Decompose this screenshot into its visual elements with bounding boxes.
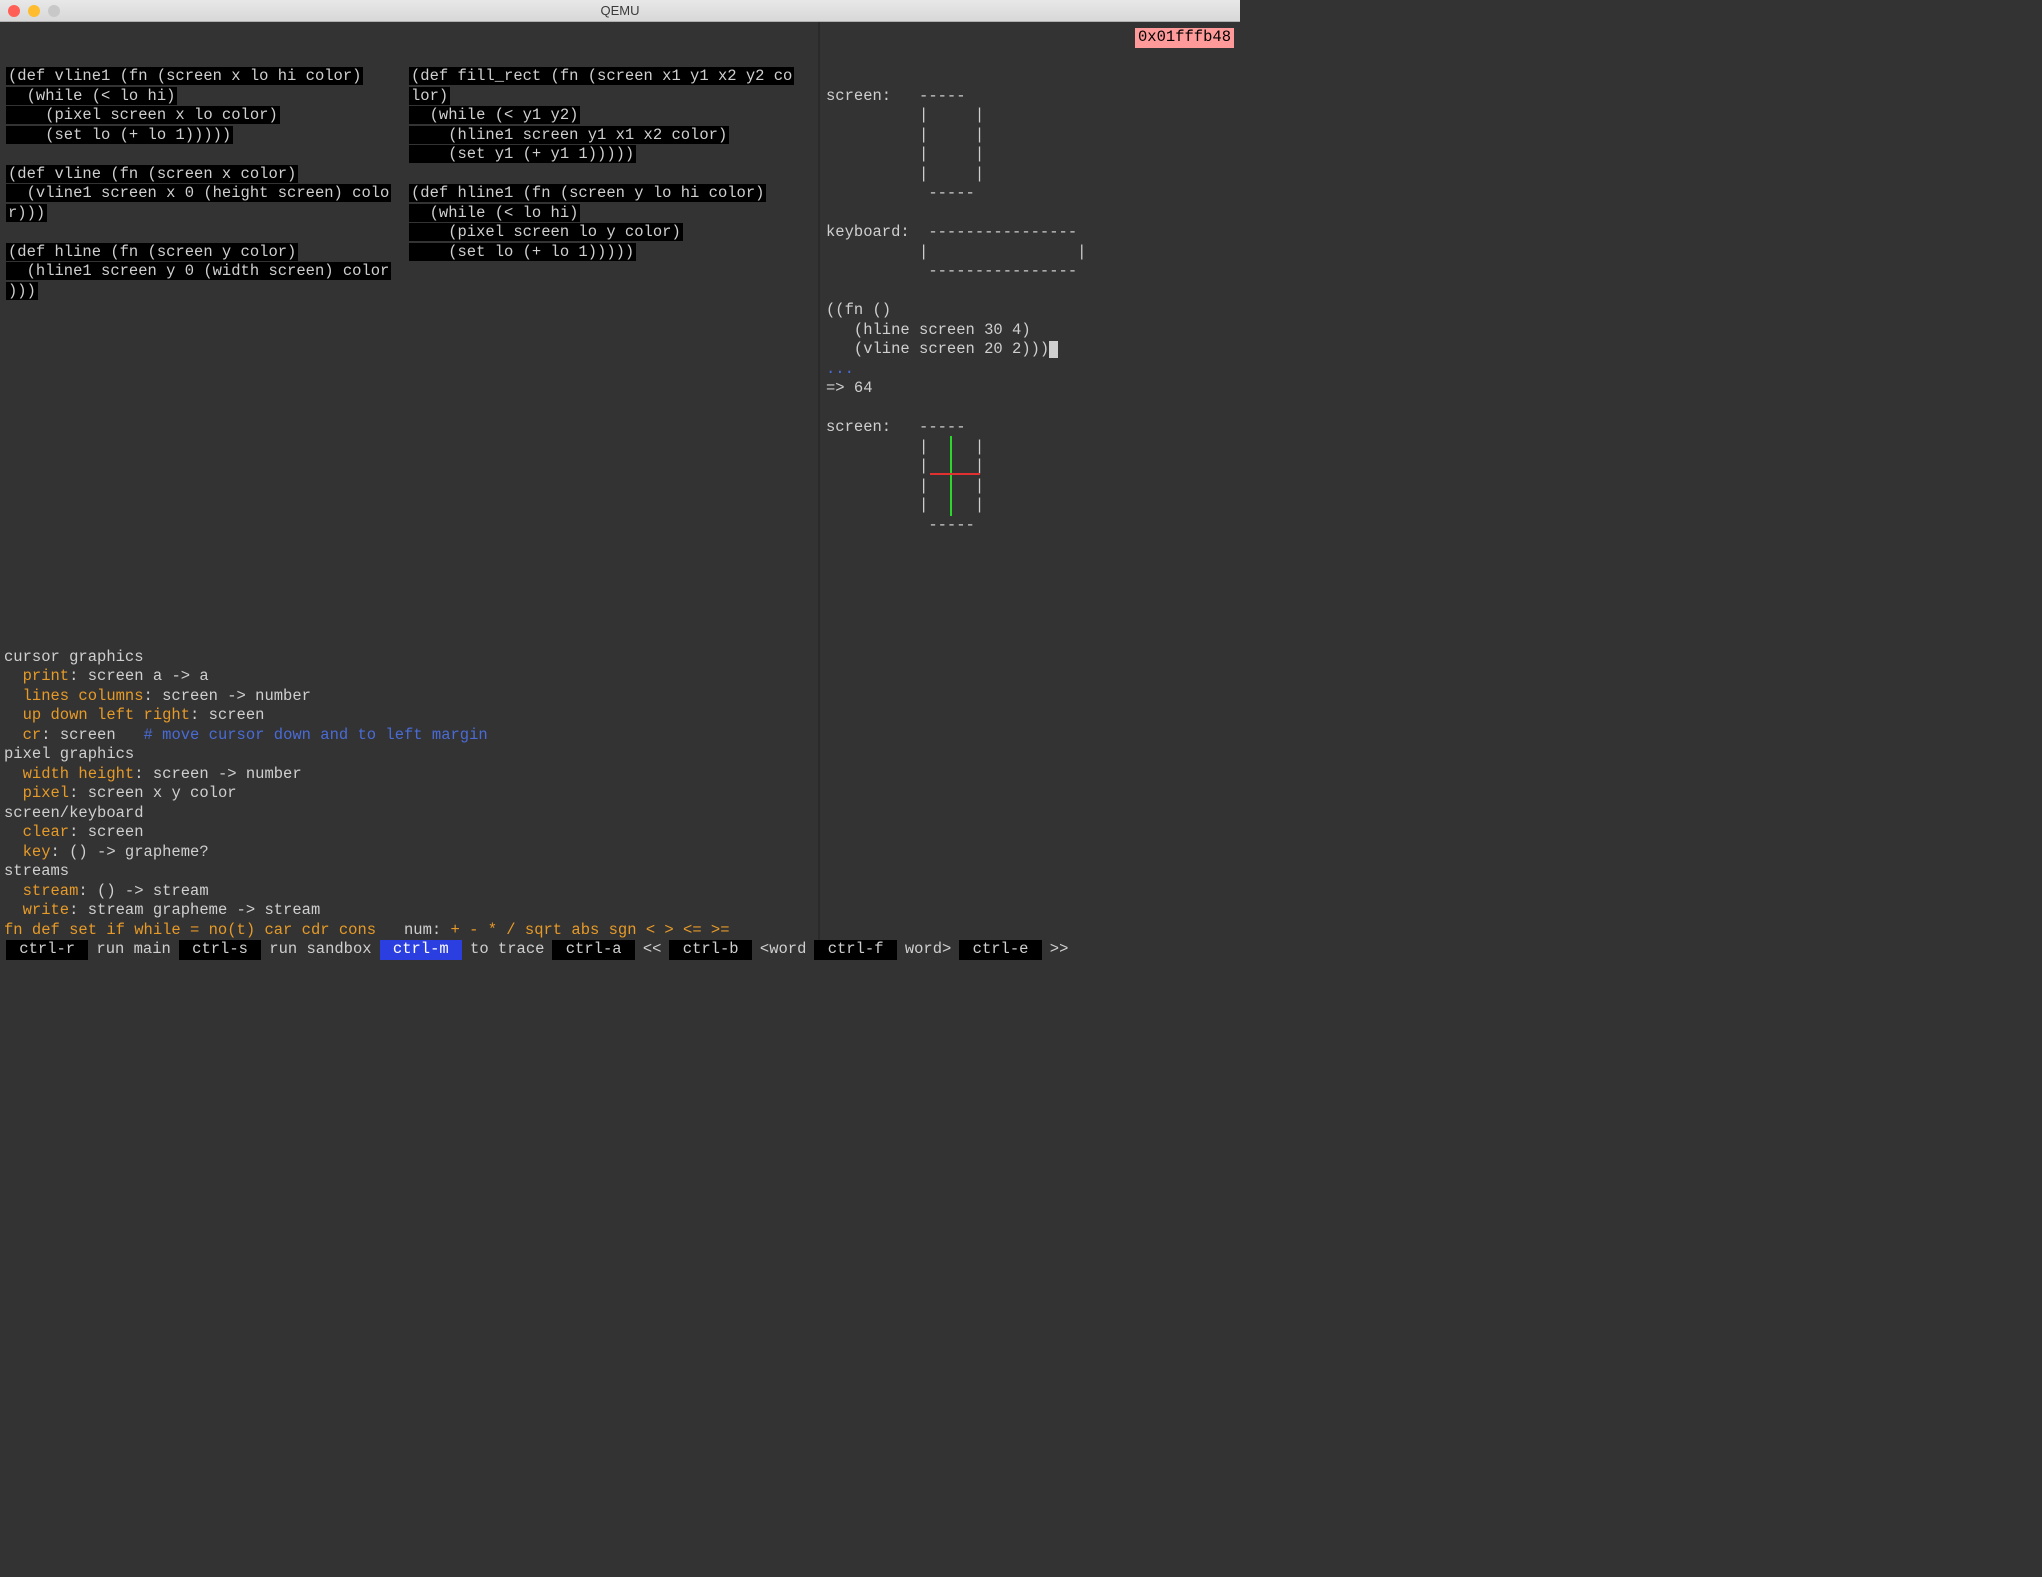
code-line: r))) [6, 204, 409, 224]
keybar-label: to trace [470, 940, 544, 960]
screen-border-line: | | [826, 496, 1234, 516]
help-item: clear: screen [4, 823, 730, 843]
sandbox-pane[interactable]: 0x01fffb48 screen: ----- | | | | | | | |… [818, 22, 1240, 940]
repl-result: => 64 [826, 379, 1234, 399]
help-panel: cursor graphics print: screen a -> a lin… [4, 648, 730, 941]
window-title: QEMU [0, 1, 1240, 21]
sandbox-line: | | [826, 165, 1234, 185]
help-item: key: () -> grapheme? [4, 843, 730, 863]
code-line: (hline1 screen y 0 (width screen) color [6, 262, 409, 282]
repl-input-line[interactable]: (hline screen 30 4) [826, 321, 1234, 341]
help-fn-line: fn def set if while = no(t) car cdr cons… [4, 921, 730, 941]
help-item: pixel: screen x y color [4, 784, 730, 804]
screen-border-line: | | [826, 477, 1234, 497]
help-item: print: screen a -> a [4, 667, 730, 687]
screen-border-line: screen: ----- [826, 418, 1234, 438]
editor-column-2: (def fill_rect (fn (screen x1 y1 x2 y2 c… [409, 67, 812, 301]
keyboard-label: keyboard: ---------------- [826, 223, 1234, 243]
cursor [1049, 341, 1058, 358]
keybar-label: word> [905, 940, 952, 960]
code-line: (while (< y1 y2) [409, 106, 812, 126]
screen-output: screen: ----- | | | | | | | | ----- [826, 418, 1234, 535]
code-line: (set lo (+ lo 1))))) [6, 126, 409, 146]
sandbox-line [826, 282, 1234, 302]
help-section-title: cursor graphics [4, 648, 730, 668]
keybar-key[interactable]: ctrl-r [6, 940, 88, 960]
code-line: (while (< lo hi) [409, 204, 812, 224]
keybar-key[interactable]: ctrl-b [669, 940, 751, 960]
code-line [6, 145, 409, 165]
keybar-key[interactable]: ctrl-m [380, 940, 462, 960]
code-line: (def vline (fn (screen x color) [6, 165, 409, 185]
app: (def vline1 (fn (screen x lo hi color) (… [0, 22, 1240, 960]
keybar: ctrl-r run main ctrl-s run sandbox ctrl-… [0, 940, 1240, 960]
screen-border-line: ----- [826, 516, 1234, 536]
code-line: (set lo (+ lo 1))))) [409, 243, 812, 263]
code-line: (hline1 screen y1 x1 x2 color) [409, 126, 812, 146]
code-line: (vline1 screen x 0 (height screen) colo [6, 184, 409, 204]
keybar-key[interactable]: ctrl-a [552, 940, 634, 960]
help-item: cr: screen # move cursor down and to lef… [4, 726, 730, 746]
keybar-label: >> [1050, 940, 1069, 960]
help-section-title: streams [4, 862, 730, 882]
titlebar: QEMU [0, 0, 1240, 22]
help-section-title: screen/keyboard [4, 804, 730, 824]
code-line [6, 223, 409, 243]
screen-border-line: | | [826, 438, 1234, 458]
help-item: lines columns: screen -> number [4, 687, 730, 707]
sandbox-line [826, 399, 1234, 419]
keybar-label: << [643, 940, 662, 960]
keybar-key[interactable]: ctrl-s [179, 940, 261, 960]
keybar-label: <word [760, 940, 807, 960]
help-item: write: stream grapheme -> stream [4, 901, 730, 921]
keybar-label: run main [96, 940, 170, 960]
sandbox-line [826, 204, 1234, 224]
code-line: (set y1 (+ y1 1))))) [409, 145, 812, 165]
keybar-key[interactable]: ctrl-e [959, 940, 1041, 960]
memory-address: 0x01fffb48 [1135, 28, 1234, 48]
keybar-key[interactable]: ctrl-f [814, 940, 896, 960]
code-line: (pixel screen x lo color) [6, 106, 409, 126]
repl-continuation: ... [826, 360, 1234, 380]
code-line: (pixel screen lo y color) [409, 223, 812, 243]
code-line: (def hline1 (fn (screen y lo hi color) [409, 184, 812, 204]
code-line: ))) [6, 282, 409, 302]
help-section-title: pixel graphics [4, 745, 730, 765]
code-line: (def fill_rect (fn (screen x1 y1 x2 y2 c… [409, 67, 812, 87]
help-item: stream: () -> stream [4, 882, 730, 902]
code-line: (while (< lo hi) [6, 87, 409, 107]
repl-input-line[interactable]: (vline screen 20 2))) [826, 340, 1234, 360]
help-item: width height: screen -> number [4, 765, 730, 785]
sandbox-line: ---------------- [826, 262, 1234, 282]
screen-label: screen: ----- [826, 87, 1234, 107]
screen-border-line: | | [826, 457, 1234, 477]
editor-column-1: (def vline1 (fn (screen x lo hi color) (… [6, 67, 409, 301]
sandbox-line: ----- [826, 184, 1234, 204]
code-line: lor) [409, 87, 812, 107]
code-line: (def hline (fn (screen y color) [6, 243, 409, 263]
help-item: up down left right: screen [4, 706, 730, 726]
repl-input-line[interactable]: ((fn () [826, 301, 1234, 321]
sandbox-line: | | [826, 106, 1234, 126]
keybar-label: run sandbox [269, 940, 371, 960]
code-line: (def vline1 (fn (screen x lo hi color) [6, 67, 409, 87]
sandbox-line: | | [826, 243, 1234, 263]
sandbox-line: | | [826, 126, 1234, 146]
sandbox-line: | | [826, 145, 1234, 165]
hline-output [930, 473, 980, 475]
code-line [409, 165, 812, 185]
vline-output [950, 436, 952, 516]
